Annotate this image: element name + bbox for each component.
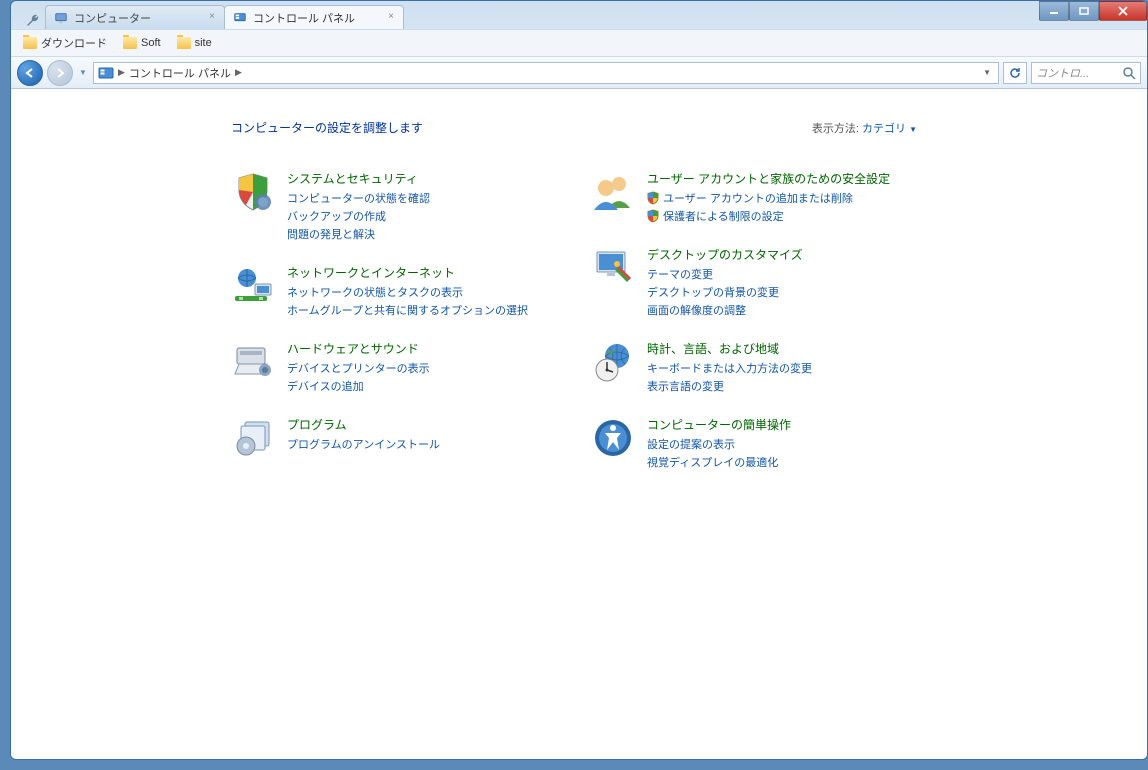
bookmark-downloads[interactable]: ダウンロード bbox=[19, 33, 111, 53]
refresh-button[interactable] bbox=[1003, 62, 1027, 84]
category-title[interactable]: デスクトップのカスタマイズ bbox=[647, 246, 803, 263]
bookmark-soft[interactable]: Soft bbox=[119, 35, 165, 51]
categories-left: システムとセキュリティ コンピューターの状態を確認 バックアップの作成 問題の発… bbox=[231, 164, 591, 486]
category-link[interactable]: ユーザー アカウントの追加または削除 bbox=[647, 190, 890, 206]
category-link[interactable]: 問題の発見と解決 bbox=[287, 226, 430, 242]
forward-button[interactable] bbox=[47, 60, 73, 86]
category-clock-language-region: 時計、言語、および地域 キーボードまたは入力方法の変更 表示言語の変更 bbox=[591, 334, 951, 410]
back-button[interactable] bbox=[17, 60, 43, 86]
window-controls bbox=[1039, 1, 1147, 21]
category-link[interactable]: ネットワークの状態とタスクの表示 bbox=[287, 284, 528, 300]
history-dropdown[interactable]: ▼ bbox=[77, 61, 89, 85]
view-by: 表示方法: カテゴリ ▼ bbox=[812, 120, 917, 136]
category-title[interactable]: ネットワークとインターネット bbox=[287, 264, 528, 281]
shield-icon bbox=[647, 191, 659, 205]
categories-right: ユーザー アカウントと家族のための安全設定 ユーザー アカウントの追加または削除 bbox=[591, 164, 951, 486]
close-icon[interactable]: × bbox=[206, 11, 218, 23]
minimize-button[interactable] bbox=[1039, 1, 1069, 21]
computer-icon bbox=[54, 11, 68, 25]
folder-icon bbox=[23, 37, 37, 49]
breadcrumb-dropdown[interactable]: ▼ bbox=[980, 68, 994, 77]
category-link[interactable]: コンピューターの状態を確認 bbox=[287, 190, 430, 206]
category-title[interactable]: プログラム bbox=[287, 416, 440, 433]
close-icon[interactable]: × bbox=[385, 11, 397, 23]
maximize-button[interactable] bbox=[1069, 1, 1099, 21]
category-link[interactable]: キーボードまたは入力方法の変更 bbox=[647, 360, 812, 376]
system-security-icon bbox=[231, 170, 275, 214]
breadcrumb-item[interactable]: コントロール パネル bbox=[129, 65, 231, 81]
category-title[interactable]: コンピューターの簡単操作 bbox=[647, 416, 791, 433]
category-title[interactable]: 時計、言語、および地域 bbox=[647, 340, 812, 357]
category-link[interactable]: 表示言語の変更 bbox=[647, 378, 812, 394]
tab-control-panel[interactable]: コントロール パネル × bbox=[224, 5, 404, 29]
category-link[interactable]: テーマの変更 bbox=[647, 266, 803, 282]
category-link[interactable]: デスクトップの背景の変更 bbox=[647, 284, 803, 300]
heading-row: コンピューターの設定を調整します 表示方法: カテゴリ ▼ bbox=[231, 119, 1147, 136]
category-hardware-sound: ハードウェアとサウンド デバイスとプリンターの表示 デバイスの追加 bbox=[231, 334, 591, 410]
programs-icon bbox=[231, 416, 275, 460]
category-link[interactable]: プログラムのアンインストール bbox=[287, 436, 440, 452]
tab-label: コンピューター bbox=[74, 10, 151, 26]
category-ease-of-access: コンピューターの簡単操作 設定の提案の表示 視覚ディスプレイの最適化 bbox=[591, 410, 951, 486]
page-title: コンピューターの設定を調整します bbox=[231, 119, 423, 136]
bookmark-label: Soft bbox=[141, 37, 161, 49]
wrench-icon[interactable] bbox=[25, 13, 41, 29]
category-appearance: デスクトップのカスタマイズ テーマの変更 デスクトップの背景の変更 画面の解像度… bbox=[591, 240, 951, 334]
category-network-internet: ネットワークとインターネット ネットワークの状態とタスクの表示 ホームグループと… bbox=[231, 258, 591, 334]
category-link[interactable]: デバイスとプリンターの表示 bbox=[287, 360, 430, 376]
category-link[interactable]: 設定の提案の表示 bbox=[647, 436, 791, 452]
search-placeholder: コントロ... bbox=[1036, 65, 1089, 81]
breadcrumb-separator[interactable]: ▶ bbox=[233, 67, 244, 78]
tab-strip: コンピューター × コントロール パネル × bbox=[11, 1, 403, 29]
chevron-down-icon: ▼ bbox=[909, 125, 917, 134]
category-link[interactable]: バックアップの作成 bbox=[287, 208, 430, 224]
category-link[interactable]: ホームグループと共有に関するオプションの選択 bbox=[287, 302, 528, 318]
bookmark-label: site bbox=[195, 37, 212, 49]
network-internet-icon bbox=[231, 264, 275, 308]
search-icon bbox=[1122, 66, 1136, 80]
control-panel-icon bbox=[98, 66, 114, 80]
category-link[interactable]: 保護者による制限の設定 bbox=[647, 208, 890, 224]
categories-grid: システムとセキュリティ コンピューターの状態を確認 バックアップの作成 問題の発… bbox=[231, 164, 1147, 486]
category-programs: プログラム プログラムのアンインストール bbox=[231, 410, 591, 474]
category-title[interactable]: システムとセキュリティ bbox=[287, 170, 430, 187]
category-user-accounts: ユーザー アカウントと家族のための安全設定 ユーザー アカウントの追加または削除 bbox=[591, 164, 951, 240]
folder-icon bbox=[123, 37, 137, 49]
view-by-label: 表示方法: bbox=[812, 123, 859, 135]
view-by-value[interactable]: カテゴリ ▼ bbox=[862, 123, 917, 135]
tab-label: コントロール パネル bbox=[253, 10, 355, 26]
breadcrumb-separator[interactable]: ▶ bbox=[116, 67, 127, 78]
category-system-security: システムとセキュリティ コンピューターの状態を確認 バックアップの作成 問題の発… bbox=[231, 164, 591, 258]
breadcrumb[interactable]: ▶ コントロール パネル ▶ ▼ bbox=[93, 62, 999, 84]
navigation-bar: ▼ ▶ コントロール パネル ▶ ▼ コントロ... bbox=[11, 57, 1147, 89]
ease-of-access-icon bbox=[591, 416, 635, 460]
category-link[interactable]: デバイスの追加 bbox=[287, 378, 430, 394]
appearance-icon bbox=[591, 246, 635, 290]
shield-icon bbox=[647, 209, 659, 223]
category-link[interactable]: 画面の解像度の調整 bbox=[647, 302, 803, 318]
close-button[interactable] bbox=[1099, 1, 1147, 21]
content-area: コンピューターの設定を調整します 表示方法: カテゴリ ▼ bbox=[11, 89, 1147, 759]
category-title[interactable]: ユーザー アカウントと家族のための安全設定 bbox=[647, 170, 890, 187]
hardware-sound-icon bbox=[231, 340, 275, 384]
category-link[interactable]: 視覚ディスプレイの最適化 bbox=[647, 454, 791, 470]
search-input[interactable]: コントロ... bbox=[1031, 62, 1141, 84]
bookmark-site[interactable]: site bbox=[173, 35, 216, 51]
bookmarks-bar: ダウンロード Soft site bbox=[11, 29, 1147, 57]
folder-icon bbox=[177, 37, 191, 49]
titlebar: コンピューター × コントロール パネル × bbox=[11, 1, 1147, 29]
control-panel-icon bbox=[233, 11, 247, 25]
bookmark-label: ダウンロード bbox=[41, 35, 107, 51]
tab-computer[interactable]: コンピューター × bbox=[45, 5, 225, 29]
user-accounts-icon bbox=[591, 170, 635, 214]
window: コンピューター × コントロール パネル × bbox=[10, 0, 1148, 760]
category-title[interactable]: ハードウェアとサウンド bbox=[287, 340, 430, 357]
clock-language-region-icon bbox=[591, 340, 635, 384]
